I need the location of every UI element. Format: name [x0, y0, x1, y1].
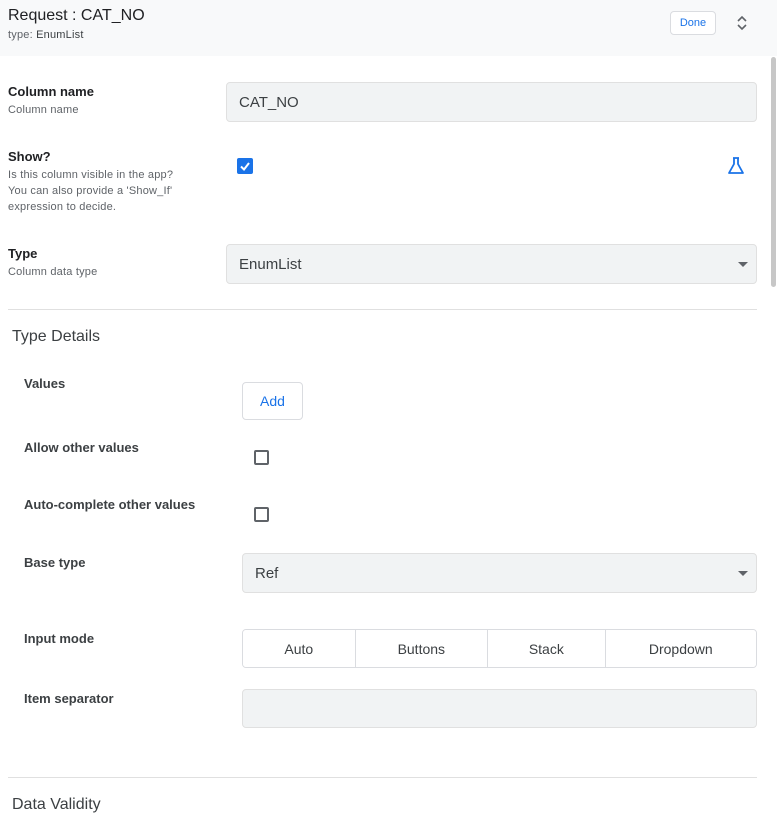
type-value: EnumList: [36, 29, 84, 41]
flask-icon[interactable]: [726, 156, 746, 176]
type-select[interactable]: EnumList: [226, 244, 757, 284]
show-desc-2: You can also provide a 'Show_If': [8, 185, 173, 197]
collapse-icon[interactable]: [734, 13, 750, 33]
divider: [8, 777, 757, 778]
type-prefix: type:: [8, 29, 33, 41]
show-desc-3: expression to decide.: [8, 201, 117, 213]
base-type-value: Ref: [255, 564, 279, 582]
input-mode-segmented-control: Auto Buttons Stack Dropdown: [242, 629, 757, 668]
allow-other-values-checkbox[interactable]: [254, 450, 269, 465]
checkmark-icon: [240, 162, 250, 172]
item-separator-label: Item separator: [24, 691, 114, 706]
column-name-desc: Column name: [8, 104, 79, 116]
dropdown-arrow-icon: [738, 571, 748, 576]
column-editor-panel: Request : CAT_NO type: EnumList Done Col…: [0, 0, 777, 829]
autocomplete-checkbox[interactable]: [254, 507, 269, 522]
panel-header: Request : CAT_NO type: EnumList Done: [0, 0, 777, 56]
input-mode-stack[interactable]: Stack: [488, 630, 606, 667]
show-desc-1: Is this column visible in the app?: [8, 169, 174, 181]
show-label: Show?: [8, 149, 51, 164]
scrollbar-thumb[interactable]: [771, 57, 776, 287]
autocomplete-label: Auto-complete other values: [24, 497, 196, 512]
divider: [8, 309, 757, 310]
input-mode-auto[interactable]: Auto: [243, 630, 356, 667]
panel-title: Request : CAT_NO: [8, 7, 145, 24]
base-type-label: Base type: [24, 555, 86, 570]
item-separator-input[interactable]: [242, 689, 757, 728]
add-value-button[interactable]: Add: [242, 382, 303, 420]
type-details-heading: Type Details: [12, 328, 101, 345]
show-checkbox[interactable]: [237, 158, 253, 174]
type-select-value: EnumList: [239, 255, 302, 273]
panel-subtitle: type: EnumList: [8, 29, 84, 41]
done-button[interactable]: Done: [670, 11, 716, 35]
column-name-input[interactable]: CAT_NO: [226, 82, 757, 122]
column-name-label: Column name: [8, 84, 94, 99]
type-desc: Column data type: [8, 266, 98, 278]
data-validity-heading: Data Validity: [12, 796, 101, 813]
dropdown-arrow-icon: [738, 262, 748, 267]
values-label: Values: [24, 376, 66, 391]
input-mode-buttons[interactable]: Buttons: [355, 630, 489, 667]
input-mode-label: Input mode: [24, 631, 95, 646]
allow-other-values-label: Allow other values: [24, 440, 139, 455]
input-mode-dropdown[interactable]: Dropdown: [605, 630, 756, 667]
base-type-select[interactable]: Ref: [242, 553, 757, 593]
type-label: Type: [8, 246, 38, 261]
